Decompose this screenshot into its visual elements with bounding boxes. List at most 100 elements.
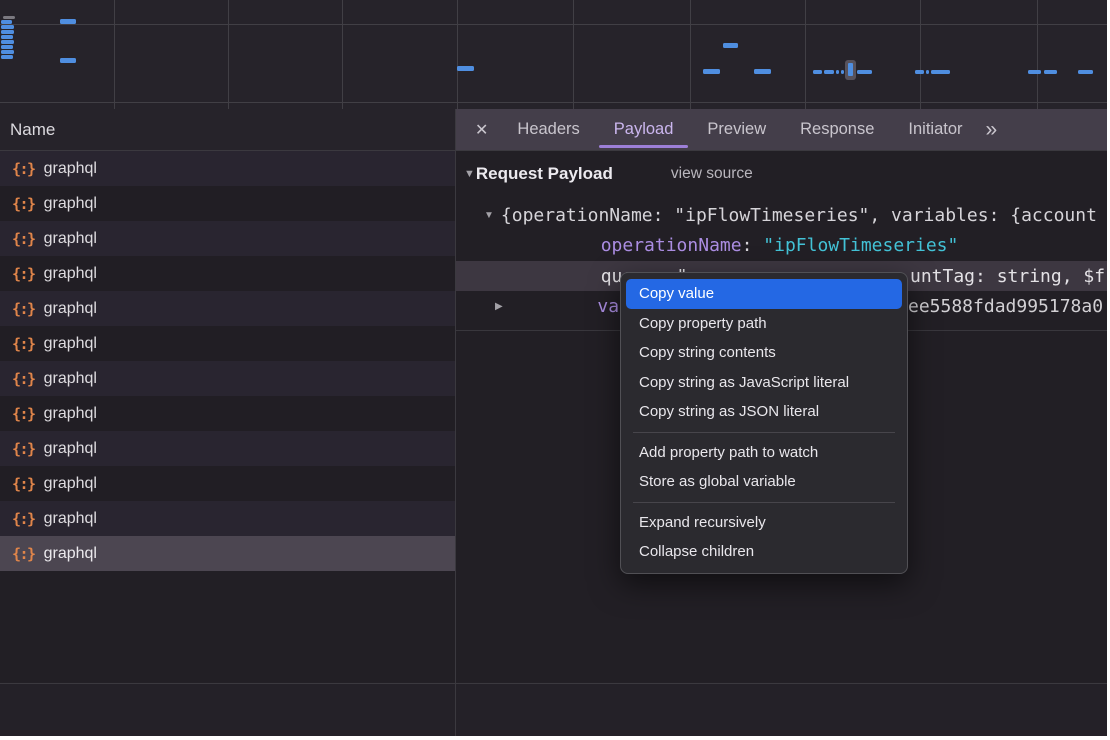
menu-separator xyxy=(633,432,895,433)
request-row[interactable]: {:} graphql xyxy=(0,186,455,221)
menu-item-store-as-global-variable[interactable]: Store as global variable xyxy=(621,467,907,497)
expanded-triangle-icon[interactable]: ▼ xyxy=(484,210,494,221)
collapsed-triangle-icon[interactable]: ▶ xyxy=(495,301,503,312)
request-timing-bar xyxy=(813,70,822,74)
variables-preview-fragment: ee5588fdad995178a0 xyxy=(908,296,1103,317)
request-timing-bar xyxy=(931,70,950,74)
overview-gridline xyxy=(805,0,806,109)
request-name: graphql xyxy=(44,475,97,493)
request-timing-bar xyxy=(915,70,924,74)
request-timing-bar xyxy=(1,45,13,49)
request-timing-bar xyxy=(1,50,14,54)
request-timing-bar xyxy=(1,30,14,34)
selected-request-marker[interactable] xyxy=(845,60,856,80)
request-timing-bar xyxy=(60,58,76,63)
json-request-icon: {:} xyxy=(12,230,35,248)
overview-gridline xyxy=(0,24,1107,25)
devtools-window: Name {:}graphql{:}graphql{:}graphql{:}gr… xyxy=(0,0,1107,736)
request-timing-bar xyxy=(723,43,738,48)
tab-preview[interactable]: Preview xyxy=(690,109,783,150)
request-payload-section-header[interactable]: ▼Request Payload view source xyxy=(464,164,753,184)
request-row[interactable]: {:} graphql xyxy=(0,221,455,256)
key-value-separator: : xyxy=(742,235,764,256)
request-row[interactable]: {:}graphql xyxy=(0,361,455,396)
request-timing-bar xyxy=(1,55,13,59)
request-row[interactable]: {:}graphql xyxy=(0,431,455,466)
request-list: {:} graphql {:} graphql {:} graphql {:} graphql… xyxy=(0,151,455,682)
request-timing-bar xyxy=(841,70,844,74)
property-value-right-fragment: untTag: string, $f xyxy=(910,266,1105,287)
pane-divider[interactable] xyxy=(455,109,456,736)
request-timing-bar xyxy=(836,70,839,74)
request-name: graphql xyxy=(44,230,97,248)
tab-payload[interactable]: Payload xyxy=(597,109,691,150)
json-request-icon: {:} xyxy=(12,300,35,318)
overview-gridline xyxy=(0,102,1107,103)
request-row[interactable]: {:} graphql xyxy=(0,501,455,536)
request-timing-bar xyxy=(1028,70,1041,74)
menu-item-collapse-children[interactable]: Collapse children xyxy=(621,537,907,567)
menu-item-expand-recursively[interactable]: Expand recursively xyxy=(621,508,907,538)
request-name: graphql xyxy=(44,510,97,528)
section-title: Request Payload xyxy=(476,164,613,184)
network-overview-timeline[interactable] xyxy=(0,0,1107,109)
request-name: graphql xyxy=(44,160,97,178)
expanded-triangle-icon[interactable]: ▼ xyxy=(464,168,475,180)
request-name: graphql xyxy=(44,195,97,213)
request-timing-bar xyxy=(703,69,720,74)
request-timing-bar xyxy=(60,19,76,24)
json-request-icon: {:} xyxy=(12,335,35,353)
overview-gridline xyxy=(573,0,574,109)
menu-item-add-property-path-to-watch[interactable]: Add property path to watch xyxy=(621,438,907,468)
request-timing-bar xyxy=(3,16,15,19)
context-menu: Copy valueCopy property pathCopy string … xyxy=(620,272,908,574)
request-row[interactable]: {:}graphql xyxy=(0,396,455,431)
request-row[interactable]: {:}graphql xyxy=(0,536,455,571)
overview-gridline xyxy=(342,0,343,109)
menu-item-copy-property-path[interactable]: Copy property path xyxy=(621,309,907,339)
overview-gridline xyxy=(690,0,691,109)
json-request-icon: {:} xyxy=(12,475,35,493)
json-request-icon: {:} xyxy=(12,195,35,213)
menu-item-copy-value[interactable]: Copy value xyxy=(626,279,902,309)
request-timing-bar xyxy=(1,25,14,29)
request-row[interactable]: {:} graphql xyxy=(0,326,455,361)
json-request-icon: {:} xyxy=(12,545,35,563)
menu-item-copy-string-as-javascript-literal[interactable]: Copy string as JavaScript literal xyxy=(621,368,907,398)
menu-separator xyxy=(633,502,895,503)
request-timing-bar xyxy=(1,35,13,39)
json-request-icon: {:} xyxy=(12,265,35,283)
menu-item-copy-string-contents[interactable]: Copy string contents xyxy=(621,338,907,368)
request-name: graphql xyxy=(44,440,97,458)
column-header-name[interactable]: Name xyxy=(0,109,455,151)
request-timing-bar xyxy=(457,66,474,71)
request-row[interactable]: {:}graphql xyxy=(0,151,455,186)
tab-response[interactable]: Response xyxy=(783,109,891,150)
request-timing-bar xyxy=(1,20,12,24)
selected-request-bar xyxy=(848,63,853,76)
menu-item-copy-string-as-json-literal[interactable]: Copy string as JSON literal xyxy=(621,397,907,427)
json-request-icon: {:} xyxy=(12,510,35,528)
overview-gridline xyxy=(457,0,458,109)
request-timing-bar xyxy=(857,70,872,74)
overview-gridline xyxy=(114,0,115,109)
tab-initiator[interactable]: Initiator xyxy=(891,109,979,150)
request-timing-bar xyxy=(824,70,834,74)
overview-gridline xyxy=(920,0,921,109)
view-source-link[interactable]: view source xyxy=(671,165,753,183)
request-row[interactable]: {:} graphql xyxy=(0,466,455,501)
tab-headers[interactable]: Headers xyxy=(500,109,596,150)
property-value-string: "ipFlowTimeseries" xyxy=(763,235,958,256)
more-tabs-icon[interactable]: » xyxy=(986,118,998,142)
request-name: graphql xyxy=(44,265,97,283)
request-timing-bar xyxy=(926,70,929,74)
close-icon[interactable]: ✕ xyxy=(475,120,488,140)
request-row[interactable]: {:} graphql xyxy=(0,291,455,326)
request-name: graphql xyxy=(44,300,97,318)
overview-gridline xyxy=(228,0,229,109)
overview-gridline xyxy=(1037,0,1038,109)
request-row[interactable]: {:} graphql xyxy=(0,256,455,291)
json-request-icon: {:} xyxy=(12,370,35,388)
request-name: graphql xyxy=(44,335,97,353)
footer-bar xyxy=(0,683,1107,736)
